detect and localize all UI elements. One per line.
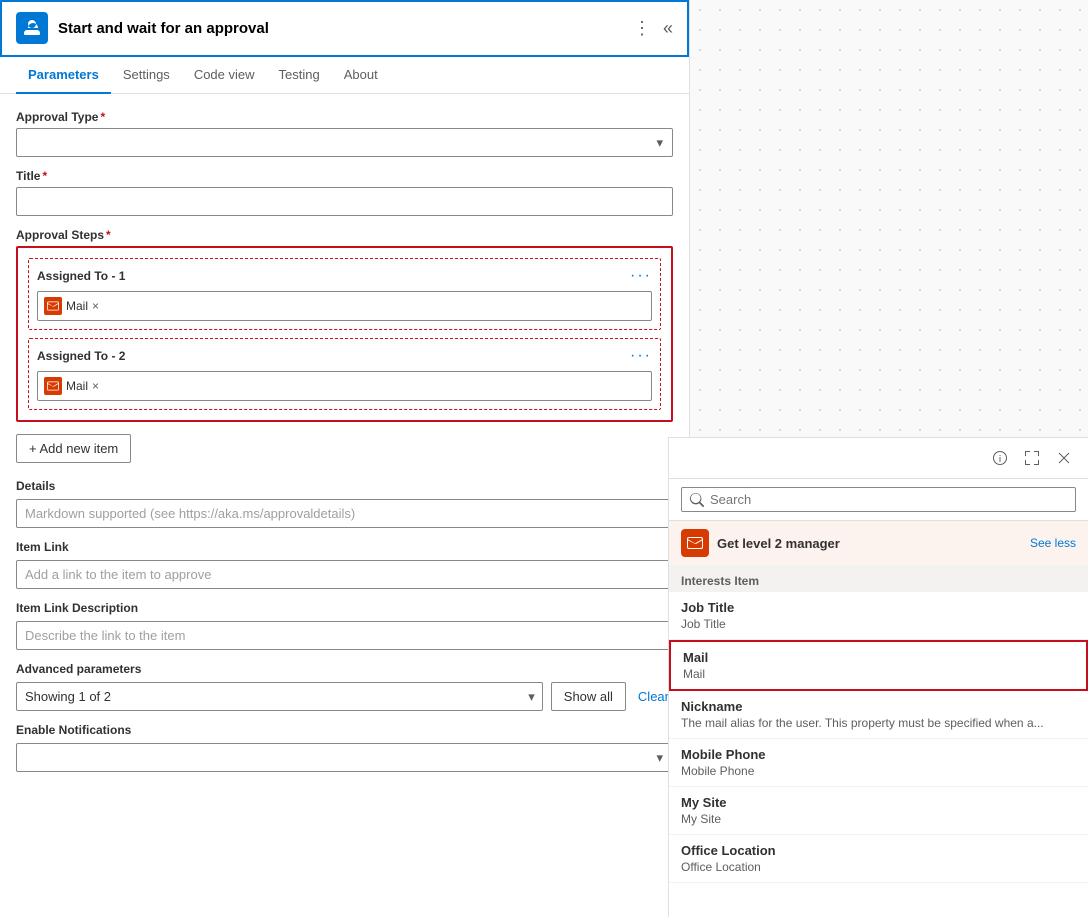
- prop-job-title[interactable]: Job Title Job Title: [669, 592, 1088, 640]
- enable-notif-dropdown[interactable]: Yes ▾: [16, 743, 673, 772]
- prop-nickname[interactable]: Nickname The mail alias for the user. Th…: [669, 691, 1088, 739]
- search-icon: [690, 493, 704, 507]
- flyout-panel: Get level 2 manager See less Interests I…: [668, 437, 1088, 917]
- tab-bar: Parameters Settings Code view Testing Ab…: [0, 57, 689, 94]
- step-1-tag: Mail ×: [44, 297, 99, 315]
- title-required: *: [42, 169, 47, 183]
- prop-nickname-desc: The mail alias for the user. This proper…: [681, 716, 1076, 730]
- enable-notif-input[interactable]: Yes: [16, 743, 673, 772]
- prop-mail-desc: Mail: [683, 667, 1074, 681]
- step-2-more-icon[interactable]: ···: [630, 347, 652, 365]
- item-link-desc-placeholder[interactable]: Describe the link to the item: [16, 621, 673, 650]
- see-less-button[interactable]: See less: [1030, 536, 1076, 550]
- required-marker: *: [100, 110, 105, 124]
- prop-mail-name: Mail: [683, 650, 1074, 665]
- right-panel: Get level 2 manager See less Interests I…: [690, 0, 1088, 917]
- title-label: Title *: [16, 169, 673, 183]
- step-2: Assigned To - 2 ··· Mail ×: [28, 338, 661, 410]
- enable-notif-label: Enable Notifications: [16, 723, 673, 737]
- action-icon: [16, 12, 48, 44]
- mail-tag-icon-1: [44, 297, 62, 315]
- advanced-row: Showing 1 of 2 ▾ Show all Clear: [16, 682, 673, 711]
- header-actions: ⋮ «: [633, 18, 673, 39]
- tab-testing[interactable]: Testing: [267, 57, 332, 94]
- advanced-label: Advanced parameters: [16, 662, 673, 676]
- item-link-label: Item Link: [16, 540, 673, 554]
- prop-my-site-desc: My Site: [681, 812, 1076, 826]
- expand-icon[interactable]: [1020, 446, 1044, 470]
- flyout-search-input[interactable]: [710, 492, 1067, 507]
- approval-type-label: Approval Type *: [16, 110, 673, 124]
- step-2-tag-remove[interactable]: ×: [92, 379, 99, 393]
- prop-mobile-phone-name: Mobile Phone: [681, 747, 1076, 762]
- prop-my-site-name: My Site: [681, 795, 1076, 810]
- action-header: Start and wait for an approval ⋮ «: [0, 0, 689, 57]
- step-1-header: Assigned To - 1 ···: [37, 267, 652, 285]
- tab-about[interactable]: About: [332, 57, 390, 94]
- flyout-search-wrap: [681, 487, 1076, 512]
- steps-required: *: [106, 228, 111, 242]
- flyout-search-area: [669, 479, 1088, 521]
- prop-office-location-name: Office Location: [681, 843, 1076, 858]
- step-1: Assigned To - 1 ··· Mail ×: [28, 258, 661, 330]
- step-1-tag-text: Mail: [66, 299, 88, 313]
- details-label: Details: [16, 479, 673, 493]
- title-input[interactable]: Managers Vacation Request Approval: [16, 187, 673, 216]
- step-2-header: Assigned To - 2 ···: [37, 347, 652, 365]
- show-all-button[interactable]: Show all: [551, 682, 626, 711]
- step-2-label: Assigned To - 2: [37, 349, 125, 363]
- info-icon[interactable]: [988, 446, 1012, 470]
- source-icon: [681, 529, 709, 557]
- mail-tag-icon-2: [44, 377, 62, 395]
- step-2-tag-input[interactable]: Mail ×: [37, 371, 652, 401]
- prop-nickname-name: Nickname: [681, 699, 1076, 714]
- approval-type-dropdown[interactable]: Sequential Approval ▾: [16, 128, 673, 157]
- advanced-select[interactable]: Showing 1 of 2: [16, 682, 543, 711]
- step-2-tag: Mail ×: [44, 377, 99, 395]
- source-item: Get level 2 manager See less: [669, 521, 1088, 566]
- advanced-dropdown[interactable]: Showing 1 of 2 ▾: [16, 682, 543, 711]
- left-panel: Start and wait for an approval ⋮ « Param…: [0, 0, 690, 917]
- step-1-more-icon[interactable]: ···: [630, 267, 652, 285]
- prop-office-location-desc: Office Location: [681, 860, 1076, 874]
- tab-parameters[interactable]: Parameters: [16, 57, 111, 94]
- tab-settings[interactable]: Settings: [111, 57, 182, 94]
- close-icon[interactable]: [1052, 446, 1076, 470]
- prop-mail[interactable]: Mail Mail: [669, 640, 1088, 691]
- tab-code-view[interactable]: Code view: [182, 57, 267, 94]
- more-icon[interactable]: ⋮: [633, 18, 651, 39]
- form-content: Approval Type * Sequential Approval ▾ Ti…: [0, 94, 689, 917]
- prop-mobile-phone-desc: Mobile Phone: [681, 764, 1076, 778]
- prop-my-site[interactable]: My Site My Site: [669, 787, 1088, 835]
- step-2-tag-text: Mail: [66, 379, 88, 393]
- approval-steps-label: Approval Steps *: [16, 228, 673, 242]
- approval-steps-container: Assigned To - 1 ··· Mail × Assigned: [16, 246, 673, 422]
- add-new-item-button[interactable]: + Add new item: [16, 434, 131, 463]
- step-1-tag-input[interactable]: Mail ×: [37, 291, 652, 321]
- property-list: Interests Item Job Title Job Title Mail …: [669, 566, 1088, 917]
- prop-job-title-name: Job Title: [681, 600, 1076, 615]
- section-header: Interests Item: [669, 566, 1088, 592]
- prop-job-title-desc: Job Title: [681, 617, 1076, 631]
- source-name: Get level 2 manager: [717, 536, 1030, 551]
- item-link-desc-label: Item Link Description: [16, 601, 673, 615]
- collapse-icon[interactable]: «: [663, 18, 673, 39]
- prop-office-location[interactable]: Office Location Office Location: [669, 835, 1088, 883]
- flyout-header: [669, 438, 1088, 479]
- step-1-tag-remove[interactable]: ×: [92, 299, 99, 313]
- header-title: Start and wait for an approval: [58, 20, 633, 37]
- item-link-placeholder[interactable]: Add a link to the item to approve: [16, 560, 673, 589]
- approval-type-input[interactable]: Sequential Approval: [16, 128, 673, 157]
- details-placeholder[interactable]: Markdown supported (see https://aka.ms/a…: [16, 499, 673, 528]
- step-1-label: Assigned To - 1: [37, 269, 125, 283]
- prop-mobile-phone[interactable]: Mobile Phone Mobile Phone: [669, 739, 1088, 787]
